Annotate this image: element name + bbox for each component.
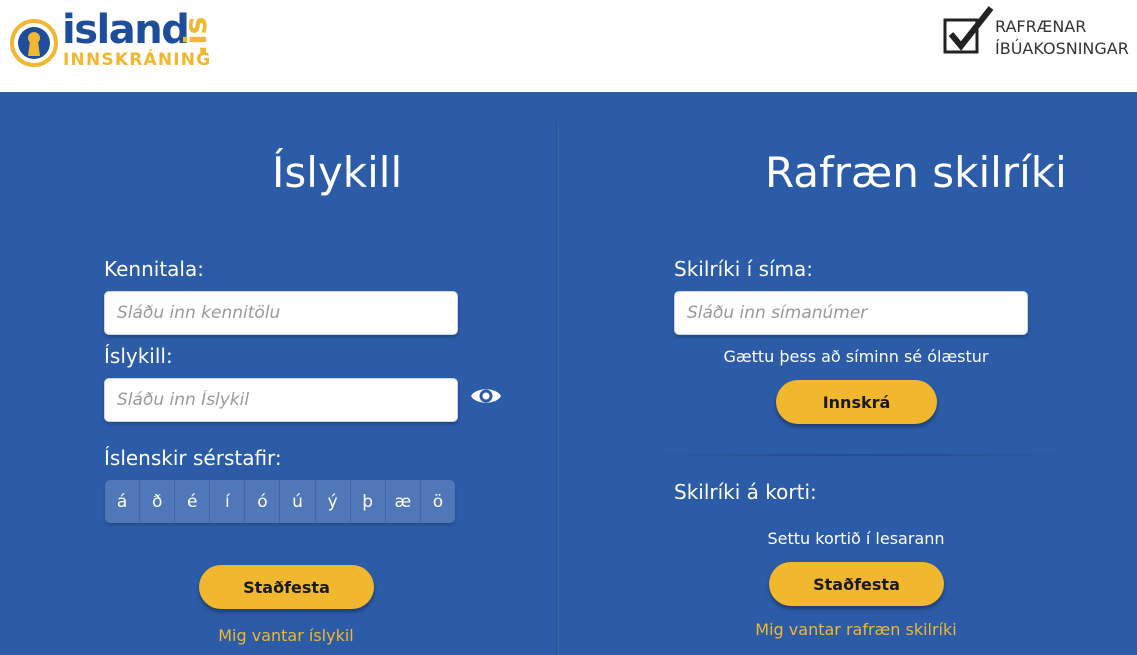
eye-icon[interactable] — [470, 384, 502, 408]
char-button[interactable]: ú — [280, 480, 316, 523]
islykill-submit-button[interactable]: Staðfesta — [199, 565, 374, 609]
kennitala-input[interactable] — [104, 291, 458, 335]
logo-subtitle: INNSKRÁNING — [63, 50, 212, 70]
keyhole-icon — [10, 19, 58, 67]
badge-line-1: RAFRÆNAR — [995, 17, 1087, 36]
char-button[interactable]: þ — [350, 480, 386, 523]
login-panel: Íslykill Kennitala: Íslykill: Íslenskir … — [0, 92, 1137, 655]
checkbox-checked-icon — [943, 6, 994, 54]
special-chars-label: Íslenskir sérstafir: — [104, 446, 282, 470]
islykill-title: Íslykill — [272, 148, 403, 197]
badge-text: RAFRÆNAR ÍBÚAKOSNINGAR — [995, 16, 1129, 60]
card-label: Skilríki á korti: — [674, 480, 817, 504]
rafraenar-ibuakosningar-badge[interactable]: RAFRÆNAR ÍBÚAKOSNINGAR — [943, 6, 1133, 62]
char-button[interactable]: æ — [385, 480, 421, 523]
phone-note: Gættu þess að síminn sé ólæstur — [723, 347, 989, 366]
phone-input[interactable] — [674, 291, 1028, 335]
card-submit-button[interactable]: Staðfesta — [769, 562, 944, 606]
islykill-label: Íslykill: — [104, 344, 173, 368]
logo-word: island — [62, 7, 190, 53]
islykill-input[interactable] — [104, 378, 458, 422]
phone-login-button[interactable]: Innskrá — [776, 380, 937, 424]
char-button[interactable]: ó — [245, 480, 281, 523]
section-separator — [640, 454, 1080, 456]
kennitala-label: Kennitala: — [104, 257, 204, 281]
card-note: Settu kortið í lesarann — [767, 529, 945, 548]
char-button[interactable]: á — [105, 480, 141, 523]
header: island .is INNSKRÁNING RAFRÆNAR ÍBÚAKOSN… — [0, 0, 1137, 92]
char-button[interactable]: ý — [315, 480, 351, 523]
special-chars-bar: á ð é í ó ú ý þ æ ö — [105, 480, 455, 523]
badge-line-2: ÍBÚAKOSNINGAR — [995, 39, 1129, 58]
missing-skilriki-link[interactable]: Mig vantar rafræn skilríki — [736, 619, 976, 641]
missing-islykill-link[interactable]: Mig vantar íslykil — [186, 625, 386, 647]
char-button[interactable]: í — [210, 480, 246, 523]
char-button[interactable]: ð — [140, 480, 176, 523]
island-logo[interactable]: island .is INNSKRÁNING — [10, 8, 220, 72]
phone-label: Skilríki í síma: — [674, 257, 814, 281]
char-button[interactable]: é — [175, 480, 211, 523]
rafraen-skilriki-title: Rafræn skilríki — [765, 148, 1067, 197]
column-divider — [556, 122, 559, 655]
char-button[interactable]: ö — [420, 480, 455, 523]
